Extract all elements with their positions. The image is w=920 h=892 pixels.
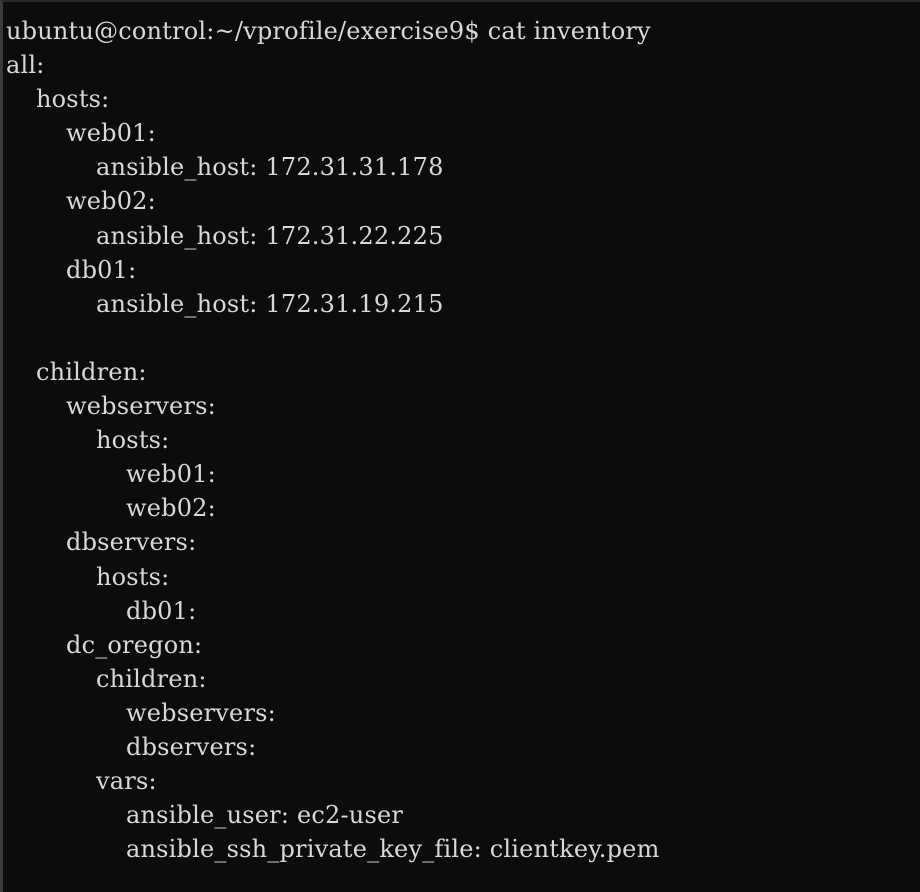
output-line: webservers: [126,698,276,727]
output-line: ansible_ssh_private_key_file: clientkey.… [126,835,660,864]
output-line: web02: [126,494,216,523]
output-line: ansible_host: 172.31.22.225 [96,221,444,250]
output-line: hosts: [96,426,170,455]
output-line: all: [6,51,45,80]
output-line: dbservers: [126,732,257,761]
output-line: dc_oregon: [66,630,203,659]
output-line: ansible_host: 172.31.19.215 [96,289,444,318]
output-line: db01: [66,255,137,284]
output-line: webservers: [66,392,216,421]
output-line: db01: [126,596,197,625]
output-line: children: [36,357,147,386]
output-line: ansible_host: 172.31.31.178 [96,153,444,182]
output-line: children: [96,664,207,693]
output-line: vars: [96,767,157,796]
output-line: dbservers: [66,528,197,557]
output-line: web02: [66,187,156,216]
output-line: web01: [126,460,216,489]
terminal-window[interactable]: ubuntu@control:~/vprofile/exercise9$ cat… [0,0,920,892]
terminal-output: all: hosts: web01: ansible_host: 172.31.31.… [6,48,920,866]
prompt-line: ubuntu@control:~/vprofile/exercise9$ cat… [6,17,651,45]
output-line: hosts: [96,562,170,591]
output-line: ansible_user: ec2-user [126,801,404,830]
output-line: web01: [66,119,156,148]
output-line: hosts: [36,85,110,114]
